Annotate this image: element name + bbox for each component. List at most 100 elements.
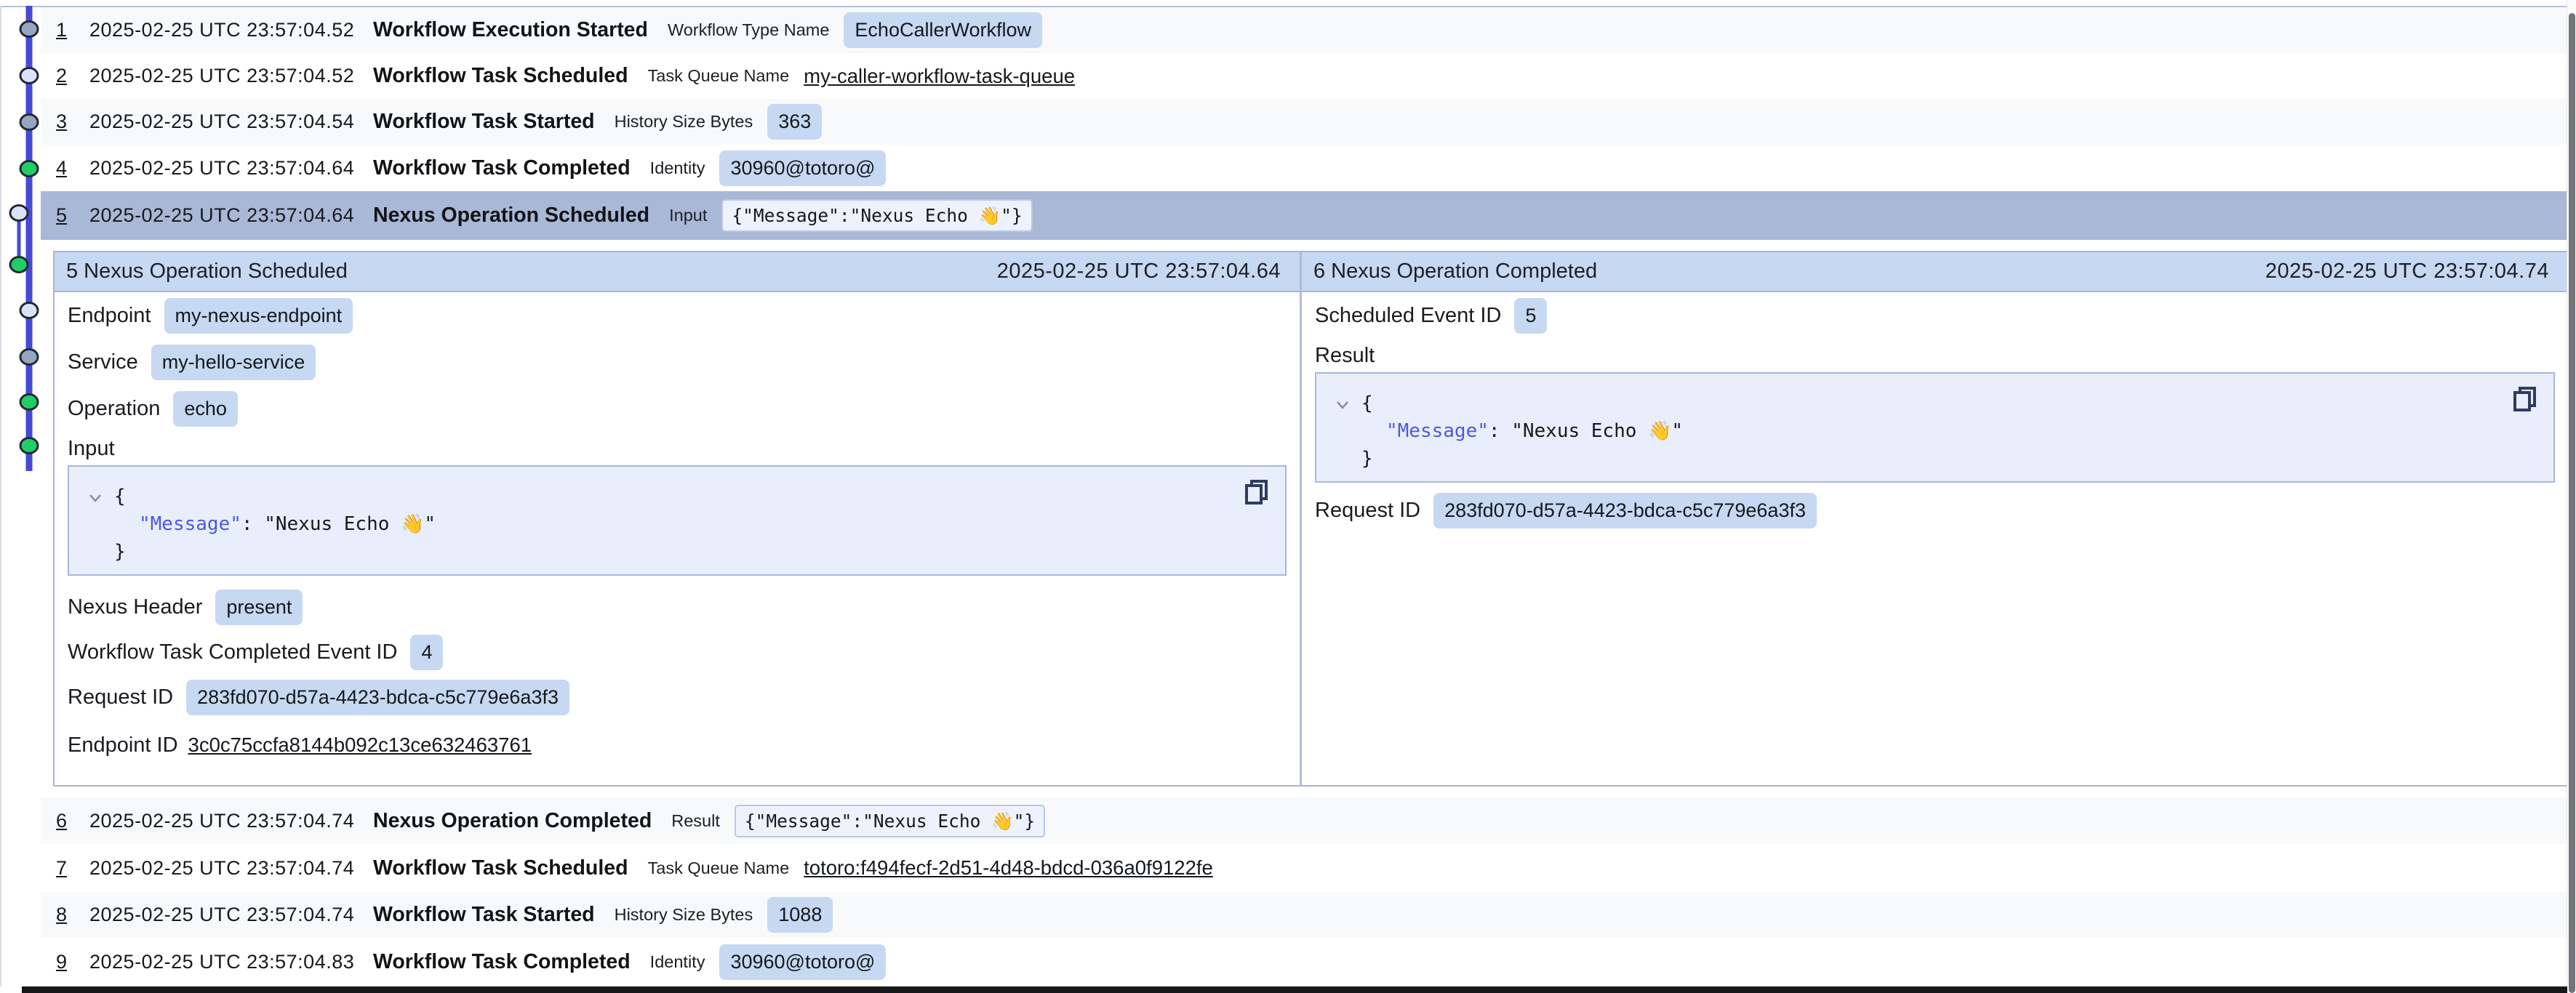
event-id-link[interactable]: 4 <box>56 157 78 180</box>
scrollbar-track[interactable] <box>2567 0 2576 993</box>
input-label: Input <box>55 432 1300 465</box>
panel-timestamp: 2025-02-25 UTC 23:57:04.64 <box>997 260 1281 284</box>
scrollbar-thumb[interactable] <box>2569 13 2575 993</box>
field-nexus-header: Nexus Header present <box>55 584 1300 630</box>
field-label: Service <box>68 350 138 374</box>
event-id-link[interactable]: 9 <box>56 951 78 973</box>
event-attr-badge: EchoCallerWorkflow <box>844 12 1042 48</box>
event-attr-badge: 30960@totoro@ <box>719 944 886 980</box>
json-line: "Message": "Nexus Echo 👋" <box>1361 417 1683 445</box>
event-attr-label: History Size Bytes <box>615 905 753 925</box>
event-attr-label: Workflow Type Name <box>668 20 829 40</box>
timeline-dot-4[interactable] <box>20 161 38 177</box>
field-scheduled-event-id: Scheduled Event ID 5 <box>1302 292 2568 339</box>
task-queue-link[interactable]: totoro:f494fecf-2d51-4d48-bdcd-036a0f912… <box>804 856 1213 880</box>
collapse-chevron-icon[interactable] <box>88 493 103 503</box>
panel-header: 5 Nexus Operation Scheduled 2025-02-25 U… <box>55 252 1300 292</box>
event-timestamp: 2025-02-25 UTC 23:57:04.54 <box>89 110 373 133</box>
field-label: Workflow Task Completed Event ID <box>68 640 397 664</box>
event-id-link[interactable]: 2 <box>56 65 78 87</box>
field-label: Operation <box>68 397 160 421</box>
task-queue-link[interactable]: my-caller-workflow-task-queue <box>804 65 1075 88</box>
field-value-badge: 283fd070-d57a-4423-bdca-c5c779e6a3f3 <box>186 680 569 715</box>
copy-icon <box>2513 385 2537 413</box>
field-request-id: Request ID 283fd070-d57a-4423-bdca-c5c77… <box>55 675 1300 720</box>
result-code-block: { "Message": "Nexus Echo 👋" } <box>1315 372 2555 483</box>
event-row-5-selected[interactable]: 5 2025-02-25 UTC 23:57:04.64 Nexus Opera… <box>41 191 2567 240</box>
event-attr-label: Result <box>671 811 720 831</box>
event-name: Workflow Task Scheduled <box>373 856 628 880</box>
panel-timestamp: 2025-02-25 UTC 23:57:04.74 <box>2265 260 2549 284</box>
bottom-edge <box>22 986 2567 993</box>
json-value: "Nexus Echo 👋" <box>1511 420 1683 442</box>
timeline-dot-2[interactable] <box>20 68 38 84</box>
event-timestamp: 2025-02-25 UTC 23:57:04.52 <box>89 65 373 87</box>
timeline-dot-7[interactable] <box>20 350 38 365</box>
event-id-link[interactable]: 6 <box>56 810 78 832</box>
event-attr-badge: 1088 <box>767 897 833 933</box>
copy-button[interactable] <box>2513 385 2537 413</box>
input-code-block: { "Message": "Nexus Echo 👋" } <box>68 465 1287 576</box>
json-key: "Message" <box>139 513 241 535</box>
event-row-9[interactable]: 9 2025-02-25 UTC 23:57:04.83 Workflow Ta… <box>41 938 2567 986</box>
event-id-link[interactable]: 8 <box>56 904 78 926</box>
event-timestamp: 2025-02-25 UTC 23:57:04.64 <box>89 204 373 227</box>
timeline-dot-1[interactable] <box>20 22 38 37</box>
event-row-1[interactable]: 1 2025-02-25 UTC 23:57:04.52 Workflow Ex… <box>41 7 2567 53</box>
json-open-brace: { <box>114 483 436 510</box>
field-label: Request ID <box>68 686 173 709</box>
json-separator: : <box>241 513 264 535</box>
event-name: Nexus Operation Completed <box>373 809 652 833</box>
event-timestamp: 2025-02-25 UTC 23:57:04.74 <box>89 857 373 880</box>
event-row-8[interactable]: 8 2025-02-25 UTC 23:57:04.74 Workflow Ta… <box>41 892 2567 938</box>
timeline-dot-5-completed[interactable] <box>10 257 28 273</box>
timeline-dot-8[interactable] <box>20 395 38 410</box>
field-value-badge: present <box>215 590 303 625</box>
event-detail-panels: 5 Nexus Operation Scheduled 2025-02-25 U… <box>53 251 2569 787</box>
event-name: Workflow Task Completed <box>373 156 631 180</box>
timeline-dot-3[interactable] <box>20 115 38 130</box>
field-label: Request ID <box>1315 499 1420 523</box>
event-attr-label: History Size Bytes <box>615 112 753 132</box>
event-attr-label: Task Queue Name <box>648 66 790 86</box>
event-id-link[interactable]: 7 <box>56 857 78 880</box>
event-row-7[interactable]: 7 2025-02-25 UTC 23:57:04.74 Workflow Ta… <box>41 844 2567 892</box>
event-attr-label: Task Queue Name <box>648 859 790 878</box>
event-id-link[interactable]: 1 <box>56 19 78 41</box>
endpoint-id-link[interactable]: 3c0c75ccfa8144b092c13ce632463761 <box>188 733 532 757</box>
panel-nexus-operation-scheduled: 5 Nexus Operation Scheduled 2025-02-25 U… <box>55 252 1300 785</box>
field-value-badge: 5 <box>1514 298 1547 334</box>
event-name: Workflow Task Started <box>373 110 595 134</box>
json-code: { "Message": "Nexus Echo 👋" } <box>1361 390 1683 481</box>
event-id-link[interactable]: 3 <box>56 110 78 133</box>
event-id-link[interactable]: 5 <box>56 204 78 227</box>
event-timestamp: 2025-02-25 UTC 23:57:04.74 <box>89 904 373 926</box>
event-attr-label: Identity <box>650 158 705 178</box>
copy-button[interactable] <box>1244 478 1269 506</box>
field-label: Endpoint <box>68 304 151 328</box>
field-value-badge: my-hello-service <box>151 345 316 380</box>
timeline-dot-5-scheduled[interactable] <box>10 206 28 221</box>
event-attr-label: Identity <box>650 952 705 972</box>
result-label: Result <box>1302 339 2568 372</box>
timeline-dot-6[interactable] <box>20 303 38 318</box>
event-row-3[interactable]: 3 2025-02-25 UTC 23:57:04.54 Workflow Ta… <box>41 99 2567 145</box>
event-attr-badge: 30960@totoro@ <box>719 150 886 186</box>
collapse-chevron-icon[interactable] <box>1335 400 1350 410</box>
event-row-4[interactable]: 4 2025-02-25 UTC 23:57:04.64 Workflow Ta… <box>41 145 2567 191</box>
panel-nexus-operation-completed: 6 Nexus Operation Completed 2025-02-25 U… <box>1300 252 2568 785</box>
timeline-dot-9[interactable] <box>20 438 38 454</box>
event-attr-label: Input <box>669 206 707 225</box>
field-label: Endpoint ID <box>68 733 178 757</box>
workflow-history-page: 1 2025-02-25 UTC 23:57:04.52 Workflow Ex… <box>0 0 2576 993</box>
event-attr-badge: 363 <box>767 104 822 140</box>
event-row-6[interactable]: 6 2025-02-25 UTC 23:57:04.74 Nexus Opera… <box>41 797 2567 844</box>
event-name: Workflow Task Completed <box>373 950 631 974</box>
json-key: "Message" <box>1386 420 1489 442</box>
event-name: Workflow Execution Started <box>373 18 648 42</box>
field-service: Service my-hello-service <box>55 339 1300 385</box>
event-row-2[interactable]: 2 2025-02-25 UTC 23:57:04.52 Workflow Ta… <box>41 53 2567 99</box>
panel-title: 5 Nexus Operation Scheduled <box>66 260 348 284</box>
copy-icon <box>1244 478 1269 506</box>
event-timestamp: 2025-02-25 UTC 23:57:04.83 <box>89 951 373 973</box>
